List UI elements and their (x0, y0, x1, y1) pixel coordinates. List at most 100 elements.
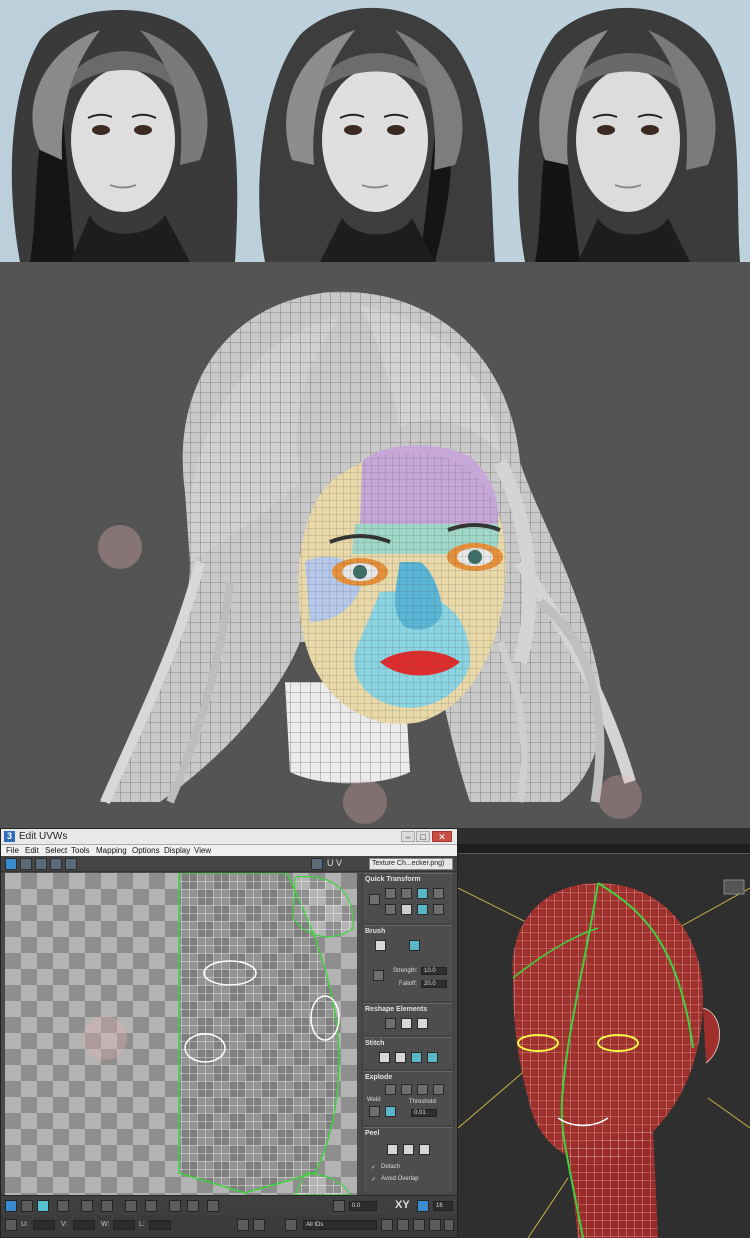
checker-icon[interactable] (401, 904, 412, 915)
wireframe-viewport[interactable] (0, 262, 750, 828)
menu-mapping[interactable]: Mapping (96, 846, 127, 855)
avoid-overlap-check-icon[interactable]: ✓ (371, 1176, 376, 1183)
relax-tool-icon[interactable] (417, 1018, 428, 1029)
element-mode-icon[interactable] (57, 1200, 69, 1212)
menu-select[interactable]: Select (45, 846, 67, 855)
rotate-cw-icon[interactable] (417, 904, 428, 915)
mirror-tool-icon[interactable] (65, 858, 77, 870)
minimize-button[interactable]: – (401, 831, 415, 842)
brush-stroke-icon[interactable] (373, 970, 384, 981)
space-vertical-icon[interactable] (433, 904, 444, 915)
flatten-icon[interactable] (417, 1084, 428, 1095)
freeform-tool-icon[interactable] (50, 858, 62, 870)
move-tool-icon[interactable] (5, 858, 17, 870)
zoom-icon[interactable] (397, 1219, 409, 1231)
uv-editor-canvas[interactable] (5, 873, 357, 1195)
maximize-button[interactable]: □ (416, 831, 430, 842)
texture-select[interactable]: Texture Ch...ecker.png) (369, 858, 453, 870)
select-loop-icon[interactable] (101, 1200, 113, 1212)
angle-icon (333, 1200, 345, 1212)
menu-tools[interactable]: Tools (71, 846, 90, 855)
vertex-mode-icon[interactable] (5, 1200, 17, 1212)
absolute-mode-icon[interactable] (5, 1219, 17, 1231)
menu-edit[interactable]: Edit (25, 846, 39, 855)
v-field[interactable] (73, 1220, 95, 1230)
window-titlebar[interactable]: 3 Edit UVWs – □ ✕ (1, 829, 457, 845)
brush-select-icon[interactable] (187, 1200, 199, 1212)
reshape-title[interactable]: Reshape Elements (365, 1006, 427, 1013)
weld-selected-icon[interactable] (369, 1106, 380, 1117)
grow-selection-icon[interactable] (125, 1200, 137, 1212)
pan-hand-icon[interactable] (381, 1219, 393, 1231)
peel-mode-icon[interactable] (403, 1144, 414, 1155)
align-center-icon[interactable] (385, 904, 396, 915)
explode-title[interactable]: Explode (365, 1074, 392, 1081)
stitch-custom-icon[interactable] (427, 1052, 438, 1063)
grid-snap-icon[interactable] (417, 1200, 429, 1212)
quick-peel-icon[interactable] (387, 1144, 398, 1155)
menu-view[interactable]: View (194, 846, 211, 855)
straighten-icon[interactable] (385, 1018, 396, 1029)
peel-rollout: Peel ✓ Detach ✓ Avoid Overlap (363, 1127, 453, 1193)
checker-toggle-icon[interactable] (311, 858, 323, 870)
uv-label: U V (327, 858, 343, 868)
detach-edge-icon[interactable] (401, 1084, 412, 1095)
shrink-selection-icon[interactable] (145, 1200, 157, 1212)
space-horizontal-icon[interactable] (433, 888, 444, 899)
polygon-mode-icon[interactable] (37, 1200, 49, 1212)
grid-size-field[interactable]: 16 (433, 1201, 453, 1211)
paint-select-icon[interactable] (169, 1200, 181, 1212)
soft-select-icon[interactable] (207, 1200, 219, 1212)
align-vertical-icon[interactable] (401, 888, 412, 899)
perspective-viewport[interactable] (458, 828, 750, 1238)
peel-title[interactable]: Peel (365, 1130, 379, 1137)
relax-brush-icon[interactable] (409, 940, 420, 951)
stitch-title[interactable]: Stitch (365, 1040, 384, 1047)
xy-label[interactable]: XY (395, 1199, 410, 1211)
align-horizontal-icon[interactable] (385, 888, 396, 899)
strength-field[interactable]: 10.0 (421, 967, 447, 975)
zoom-selected-icon[interactable] (444, 1219, 454, 1231)
falloff-label: Falloff: (399, 981, 417, 987)
select-ring-icon[interactable] (81, 1200, 93, 1212)
edge-mode-icon[interactable] (21, 1200, 33, 1212)
l-field[interactable] (149, 1220, 171, 1230)
lock-icon[interactable] (237, 1219, 249, 1231)
angle-field[interactable]: 0.0 (349, 1201, 377, 1211)
editor-area: 3 Edit UVWs – □ ✕ File Edit Select Tools… (0, 828, 750, 1238)
break-icon[interactable] (385, 1084, 396, 1095)
material-ids-select[interactable]: All IDs (303, 1220, 377, 1230)
threshold-field[interactable]: 0.01 (411, 1109, 437, 1117)
weld-target-icon[interactable] (385, 1106, 396, 1117)
menu-options[interactable]: Options (132, 846, 160, 855)
zoom-extents-icon[interactable] (429, 1219, 441, 1231)
quick-transform-title[interactable]: Quick Transform (365, 876, 421, 883)
avoid-overlap-label: Avoid Overlap (381, 1176, 419, 1182)
falloff-field[interactable]: 20.0 (421, 980, 447, 988)
v-label: V: (61, 1221, 68, 1228)
uv-rollouts-panel: Quick Transform Brush Strength: 10.0 Fal… (361, 873, 455, 1195)
paint-brush-icon[interactable] (375, 940, 386, 951)
detach-check-icon[interactable]: ✓ (371, 1164, 376, 1171)
relax-icon[interactable] (401, 1018, 412, 1029)
close-button[interactable]: ✕ (432, 831, 452, 842)
w-field[interactable] (113, 1220, 135, 1230)
edit-uvws-window[interactable]: 3 Edit UVWs – □ ✕ File Edit Select Tools… (0, 828, 458, 1238)
soft-select-toggle-icon[interactable] (253, 1219, 265, 1231)
align-icon[interactable] (369, 894, 380, 905)
freeze-icon[interactable] (285, 1219, 297, 1231)
u-field[interactable] (33, 1220, 55, 1230)
stitch-to-target-icon[interactable] (379, 1052, 390, 1063)
stitch-average-icon[interactable] (395, 1052, 406, 1063)
menu-file[interactable]: File (6, 846, 19, 855)
stitch-source-icon[interactable] (411, 1052, 422, 1063)
rotate-ccw-icon[interactable] (417, 888, 428, 899)
explode-icon[interactable] (433, 1084, 444, 1095)
menu-display[interactable]: Display (164, 846, 190, 855)
scale-tool-icon[interactable] (35, 858, 47, 870)
reset-peel-icon[interactable] (419, 1144, 430, 1155)
weld-label: Weld (367, 1097, 381, 1103)
zoom-region-icon[interactable] (413, 1219, 425, 1231)
brush-title[interactable]: Brush (365, 928, 385, 935)
rotate-tool-icon[interactable] (20, 858, 32, 870)
